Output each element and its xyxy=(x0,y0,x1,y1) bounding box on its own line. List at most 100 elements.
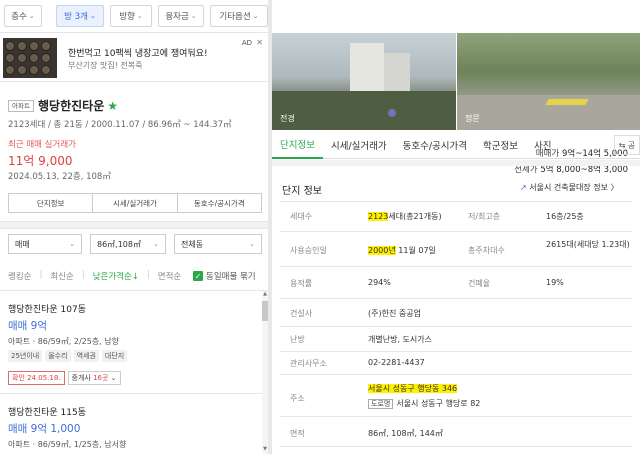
detail-tabs: 단지정보 시세/실거래가 동호수/공시가격 학군정보 사진 ⇆ 공 xyxy=(272,131,640,159)
filter-direction-label: 방향 xyxy=(119,12,135,22)
table-line xyxy=(280,231,632,232)
households-hl: 2123 xyxy=(368,212,389,221)
section-divider xyxy=(272,160,640,166)
filter-rooms-label: 방 3개 xyxy=(64,12,88,22)
ad-banner[interactable]: 한번먹고 10팩씩 냉장고에 쟁여둬요! 부산기장 맛집! 전복죽 AD ✕ xyxy=(0,34,268,82)
listing-tags: 25년이내 올수리 역세권 대단지 xyxy=(8,350,128,362)
building-registry-link-label: 서울시 건축물대장 정보 〉 xyxy=(529,183,619,192)
complex-tabs: 단지정보 시세/실거래가 동호수/공시가격 xyxy=(8,193,262,213)
listing-list: 행당한진타운 107동 매매 9억 아파트 · 86/59㎡, 2/25층, 남… xyxy=(0,290,268,454)
table-line xyxy=(280,298,632,299)
tab-units[interactable]: 동호수/공시가격 xyxy=(395,131,475,159)
trade-type-value: 매매 xyxy=(15,239,30,249)
ad-image xyxy=(3,38,57,78)
chevron-down-icon: ⌄ xyxy=(249,240,255,248)
approval-value: 2000년 11월 07일 xyxy=(368,245,436,256)
tab-complex-info[interactable]: 단지정보 xyxy=(9,194,94,212)
confirm-date-badge: 확인 24.05.18. xyxy=(8,371,65,385)
same-listing-label: 동일매물 묶기 xyxy=(206,272,256,282)
listing-tag: 25년이내 xyxy=(8,350,43,362)
table-line xyxy=(280,351,632,352)
table-line xyxy=(280,326,632,327)
complex-name: 행당한진타운 ★ xyxy=(38,97,118,114)
office-label: 관리사무소 xyxy=(290,359,327,368)
section-divider xyxy=(0,221,268,229)
checkbox-checked-icon[interactable]: ✓ xyxy=(193,271,203,281)
bcr-value: 19% xyxy=(546,278,564,287)
listing-price: 매매 9억 1,000 xyxy=(8,423,81,435)
recent-trade-price: 11억 9,000 xyxy=(8,154,73,168)
listing-confirm: 확인 24.05.18. 중개사 16곳 ⌄ xyxy=(8,371,121,385)
photo-overview[interactable]: 전경 xyxy=(272,33,456,130)
chevron-down-icon: ⌄ xyxy=(190,12,197,20)
photo-gate-label: 정문 xyxy=(465,114,480,123)
heating-label: 난방 xyxy=(290,335,305,344)
jeonse-price-label: 전세가 xyxy=(514,165,538,175)
broker-count-button[interactable]: 중개사 16곳 ⌄ xyxy=(67,371,121,385)
chevron-down-icon: ⌄ xyxy=(89,12,96,20)
ad-badge: AD xyxy=(241,39,252,47)
filter-etc-label: 기타옵션 xyxy=(219,12,251,22)
jeonse-price-value: 5억 8,000~8억 3,000 xyxy=(540,165,628,175)
trade-type-select[interactable]: 매매 ⌄ xyxy=(8,234,82,254)
tab-price[interactable]: 시세/실거래가 xyxy=(323,131,395,159)
crosswalk-shape xyxy=(545,99,589,105)
table-line xyxy=(280,266,632,267)
road-address: 도로명 서울시 성동구 행당로 82 xyxy=(368,398,480,409)
area-label: 면적 xyxy=(290,429,305,438)
listing-tag: 대단지 xyxy=(101,350,128,362)
filter-floor[interactable]: 층수 ⌄ xyxy=(4,5,42,27)
floors-value: 16층/25층 xyxy=(546,212,584,221)
complex-name-text: 행당한진타운 xyxy=(38,99,105,113)
sort-latest[interactable]: 최신순 xyxy=(50,270,73,282)
filter-loan[interactable]: 융자금 ⌄ xyxy=(158,5,204,27)
dong-select[interactable]: 전체동 ⌄ xyxy=(174,234,262,254)
listing-name[interactable]: 행당한진타운 115동 xyxy=(8,405,86,418)
households-label: 세대수 xyxy=(290,212,313,221)
complex-type-tag: 아파트 xyxy=(8,100,34,112)
table-line xyxy=(280,374,632,375)
area-select[interactable]: 86㎡,108㎡ ⌄ xyxy=(90,234,166,254)
broker-count: 16곳 xyxy=(93,374,109,382)
chevron-down-icon: ⌄ xyxy=(28,12,35,20)
builder-label: 건설사 xyxy=(290,309,313,318)
address-label: 주소 xyxy=(290,394,305,403)
same-listing-toggle[interactable]: ✓ 동일매물 묶기 xyxy=(193,270,256,282)
chevron-down-icon: ⌄ xyxy=(252,12,259,20)
office-value: 02-2281-4437 xyxy=(368,358,425,367)
favorite-star-icon[interactable]: ★ xyxy=(107,99,118,113)
detail-title: 단지 정보 xyxy=(282,186,322,197)
photo-gate[interactable]: 정문 xyxy=(457,33,640,130)
broker-prefix: 중개사 xyxy=(71,374,94,382)
sort-low-price[interactable]: 낮은가격순↓ xyxy=(93,270,139,282)
tab-photos[interactable]: 사진 xyxy=(526,131,559,159)
tab-units[interactable]: 동호수/공시가격 xyxy=(178,194,261,212)
approval-label: 사용승인일 xyxy=(290,246,327,255)
complex-meta: 2123세대 / 총 21동 / 2000.11.07 / 86.96㎡ ~ 1… xyxy=(8,120,232,130)
floors-label: 저/최고층 xyxy=(468,212,501,221)
road-tag: 도로명 xyxy=(368,399,394,409)
share-button[interactable]: ⇆ 공 xyxy=(614,135,640,155)
tab-school[interactable]: 학군정보 xyxy=(475,131,526,159)
households-rest: 세대(총21개동) xyxy=(388,212,442,221)
table-line xyxy=(280,201,632,202)
tab-price[interactable]: 시세/실거래가 xyxy=(93,194,178,212)
far-value: 294% xyxy=(368,278,391,287)
filter-etc[interactable]: 기타옵션 ⌄ xyxy=(210,5,268,27)
bcr-label: 건폐율 xyxy=(468,279,491,288)
trees-shape xyxy=(272,91,456,130)
listing-name[interactable]: 행당한진타운 107동 xyxy=(8,302,86,315)
sort-area[interactable]: 면적순 xyxy=(158,270,181,282)
chevron-down-icon: ⌄ xyxy=(136,12,143,20)
tab-complex-info[interactable]: 단지정보 xyxy=(272,131,323,159)
building-registry-link[interactable]: ↗ 서울시 건축물대장 정보 〉 xyxy=(520,182,618,193)
filter-floor-label: 층수 xyxy=(11,12,27,22)
listing-spec: 아파트 · 86/59㎡, 1/25층, 남서향 xyxy=(8,440,127,449)
filter-rooms[interactable]: 방 3개 ⌄ xyxy=(56,5,104,27)
approval-rest: 11월 07일 xyxy=(395,246,436,255)
filter-direction[interactable]: 방향 ⌄ xyxy=(110,5,152,27)
ad-title: 한번먹고 10팩씩 냉장고에 쟁여둬요! xyxy=(68,49,208,59)
close-icon[interactable]: ✕ xyxy=(256,38,263,47)
sort-ranking[interactable]: 랭킹순 xyxy=(8,270,31,282)
builder-value: (주)한진 중공업 xyxy=(368,309,421,318)
